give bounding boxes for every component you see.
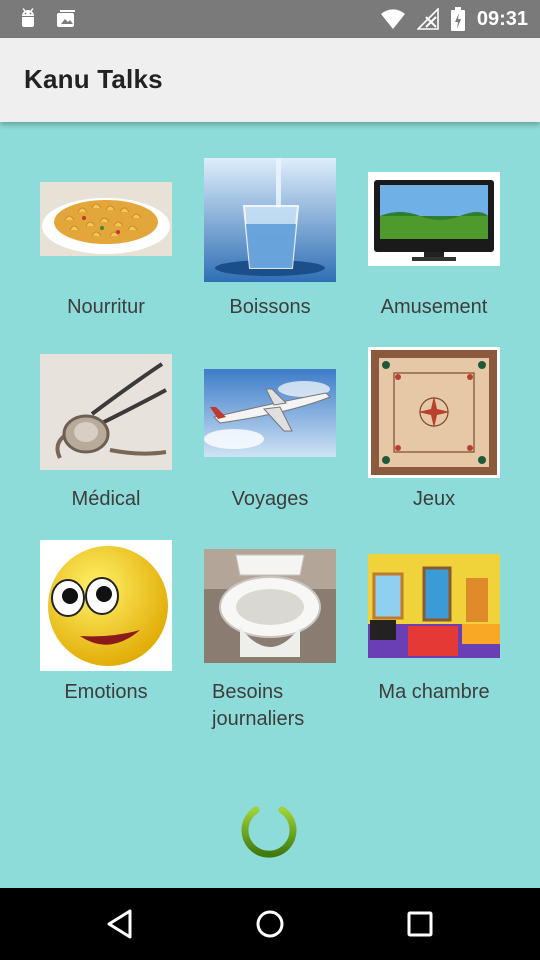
- category-tile-emotions[interactable]: Emotions: [24, 537, 188, 737]
- category-tile-besoins-journaliers[interactable]: Besoins journaliers: [188, 537, 352, 737]
- category-label: Médical: [71, 488, 141, 510]
- power-button[interactable]: [236, 794, 302, 860]
- home-button[interactable]: [252, 906, 288, 942]
- stethoscope-image: [40, 354, 172, 470]
- category-label: Voyages: [231, 488, 309, 510]
- category-label: Ma chambre: [378, 681, 490, 703]
- status-bar: 09:31: [0, 0, 540, 38]
- navigation-bar: [0, 888, 540, 960]
- category-tile-jeux[interactable]: Jeux: [352, 344, 516, 514]
- water-glass-image: [204, 158, 336, 282]
- category-tile-ma-chambre[interactable]: Ma chambre: [352, 537, 516, 737]
- category-tile-boissons[interactable]: Boissons: [188, 152, 352, 322]
- airplane-image: [204, 369, 336, 457]
- television-image: [368, 172, 500, 266]
- battery-icon: [450, 7, 465, 31]
- app-title: Kanu Talks: [24, 64, 163, 94]
- toilet-image: [204, 549, 336, 663]
- wifi-icon: [380, 9, 405, 29]
- category-label: Boissons: [229, 296, 311, 318]
- category-label: Amusement: [380, 296, 488, 318]
- back-icon: [107, 909, 132, 939]
- home-icon: [256, 910, 284, 938]
- category-tile-nourriture[interactable]: Nourritur: [24, 152, 188, 322]
- category-tile-medical[interactable]: Médical: [24, 344, 188, 514]
- carrom-board-image: [368, 347, 500, 478]
- category-tile-amusement[interactable]: Amusement: [352, 152, 516, 322]
- category-label: Nourritur: [67, 296, 145, 318]
- power-icon: [241, 796, 297, 858]
- back-button[interactable]: [102, 906, 138, 942]
- food-image: [40, 182, 172, 256]
- category-label: Jeux: [412, 488, 456, 510]
- category-label: Emotions: [64, 681, 148, 703]
- app-bar: Kanu Talks: [0, 38, 540, 122]
- bedroom-image: [368, 554, 500, 658]
- category-tile-voyages[interactable]: Voyages: [188, 344, 352, 514]
- status-time: 09:31: [476, 7, 528, 30]
- smiley-image: [40, 540, 172, 671]
- recents-icon: [407, 911, 433, 937]
- photos-icon: [57, 10, 75, 27]
- no-signal-icon: [416, 8, 439, 30]
- android-icon: [22, 8, 34, 27]
- recents-button[interactable]: [402, 906, 438, 942]
